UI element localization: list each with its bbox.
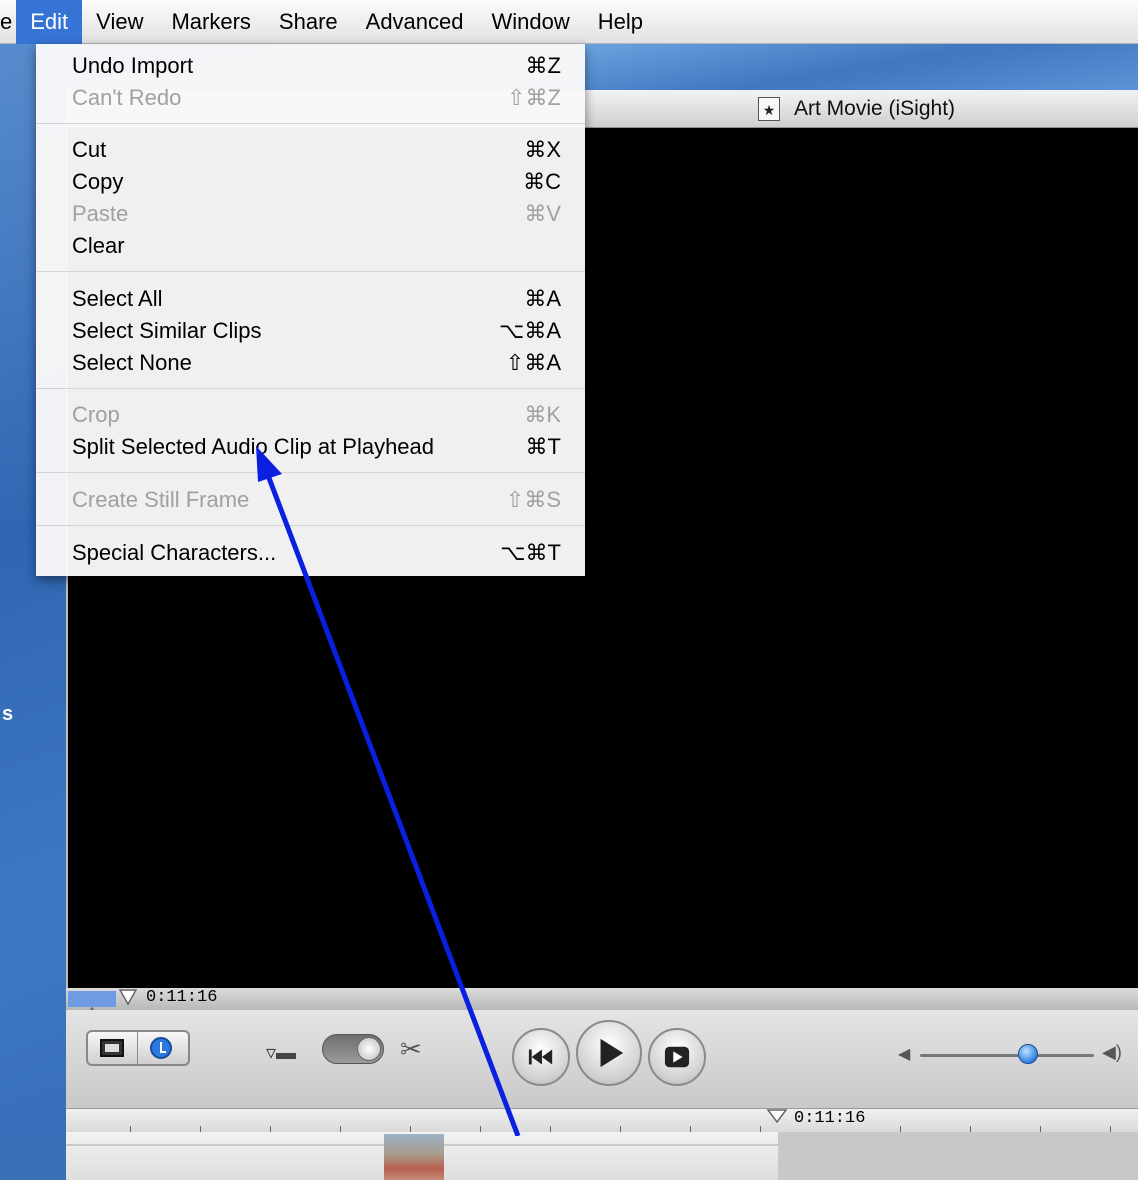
camera-mode-switch[interactable] bbox=[322, 1034, 384, 1064]
menu-separator bbox=[36, 472, 585, 473]
menu-item-select-all[interactable]: Select All ⌘A bbox=[36, 283, 585, 315]
timeline-timecode: 0:11:16 bbox=[794, 1109, 866, 1128]
menu-separator bbox=[36, 271, 585, 272]
menu-edit[interactable]: Edit bbox=[16, 0, 83, 44]
edit-menu-dropdown: Undo Import ⌘Z Can't Redo ⇧⌘Z Cut ⌘X Copy ⌘C… bbox=[36, 44, 585, 576]
menu-item-cut[interactable]: Cut ⌘X bbox=[36, 134, 585, 166]
menu-item-split-audio-clip[interactable]: Split Selected Audio Clip at Playhead ⌘T bbox=[36, 431, 585, 463]
fullscreen-play-button[interactable] bbox=[648, 1028, 706, 1086]
menu-item-paste: Paste ⌘V bbox=[72, 201, 561, 226]
view-switcher bbox=[86, 1030, 190, 1066]
playback-controls: ▿▬ ✂ ◀ ◀) bbox=[66, 1010, 1138, 1108]
menu-bar: e Edit View Markers Share Advanced Windo… bbox=[0, 0, 1138, 44]
fullscreen-play-icon bbox=[664, 1046, 690, 1068]
menu-separator bbox=[36, 123, 585, 124]
scrubber-timecode: 0:11:16 bbox=[146, 988, 218, 1007]
menu-window[interactable]: Window bbox=[478, 0, 584, 44]
video-track[interactable] bbox=[66, 1132, 778, 1180]
desktop-icon-label[interactable]: s bbox=[2, 703, 13, 726]
rewind-button[interactable] bbox=[512, 1028, 570, 1086]
volume-slider[interactable] bbox=[920, 1054, 1094, 1057]
menu-file[interactable]: e bbox=[0, 0, 16, 44]
scissors-icon: ✂ bbox=[400, 1034, 422, 1064]
menu-item-undo-import[interactable]: Undo Import ⌘Z bbox=[36, 50, 585, 82]
volume-high-icon: ◀) bbox=[1102, 1042, 1122, 1062]
menu-advanced[interactable]: Advanced bbox=[352, 0, 478, 44]
menu-item-select-similar-clips[interactable]: Select Similar Clips ⌥⌘A bbox=[36, 315, 585, 347]
volume-low-icon: ◀ bbox=[898, 1046, 911, 1063]
movie-file-icon: ★ bbox=[758, 97, 780, 121]
menu-item-special-characters[interactable]: Special Characters... ⌥⌘T bbox=[36, 537, 585, 569]
menu-markers[interactable]: Markers bbox=[157, 0, 264, 44]
clip-view-button[interactable] bbox=[88, 1032, 138, 1064]
menu-separator bbox=[36, 388, 585, 389]
timeline-ruler[interactable]: 0:11:16 bbox=[66, 1108, 1138, 1132]
play-button[interactable] bbox=[576, 1020, 642, 1086]
scrubber-progress bbox=[68, 991, 116, 1007]
clip-thumbnail[interactable] bbox=[384, 1134, 444, 1180]
movie-title: Art Movie (iSight) bbox=[794, 97, 956, 120]
menu-separator bbox=[36, 525, 585, 526]
rewind-icon bbox=[528, 1049, 553, 1065]
playhead-icon[interactable] bbox=[118, 988, 138, 1008]
timeline-playhead-icon[interactable] bbox=[766, 1109, 788, 1123]
scrubber-bar[interactable]: 0:11:16 bbox=[66, 988, 1138, 1010]
menu-item-create-still-frame: Create Still Frame ⇧⌘S bbox=[72, 487, 561, 512]
volume-slider-knob[interactable] bbox=[1017, 1044, 1038, 1064]
menu-item-clear[interactable]: Clear bbox=[36, 230, 585, 262]
camera-icon: ▿▬ bbox=[266, 1042, 297, 1064]
menu-view[interactable]: View bbox=[82, 0, 157, 44]
play-icon bbox=[600, 1038, 624, 1068]
menu-item-select-none[interactable]: Select None ⇧⌘A bbox=[36, 347, 585, 379]
menu-item-crop: Crop ⌘K bbox=[72, 402, 561, 427]
transport-controls bbox=[512, 1016, 708, 1086]
menu-item-cant-redo: Can't Redo ⇧⌘Z bbox=[72, 85, 561, 110]
film-strip-icon bbox=[100, 1039, 124, 1057]
menu-share[interactable]: Share bbox=[265, 0, 352, 44]
menu-help[interactable]: Help bbox=[584, 0, 657, 44]
clock-icon bbox=[150, 1037, 172, 1059]
timeline-view-button[interactable] bbox=[138, 1032, 188, 1064]
empty-track-area bbox=[778, 1132, 1138, 1180]
menu-item-copy[interactable]: Copy ⌘C bbox=[36, 166, 585, 198]
mode-switch-knob bbox=[357, 1037, 381, 1061]
